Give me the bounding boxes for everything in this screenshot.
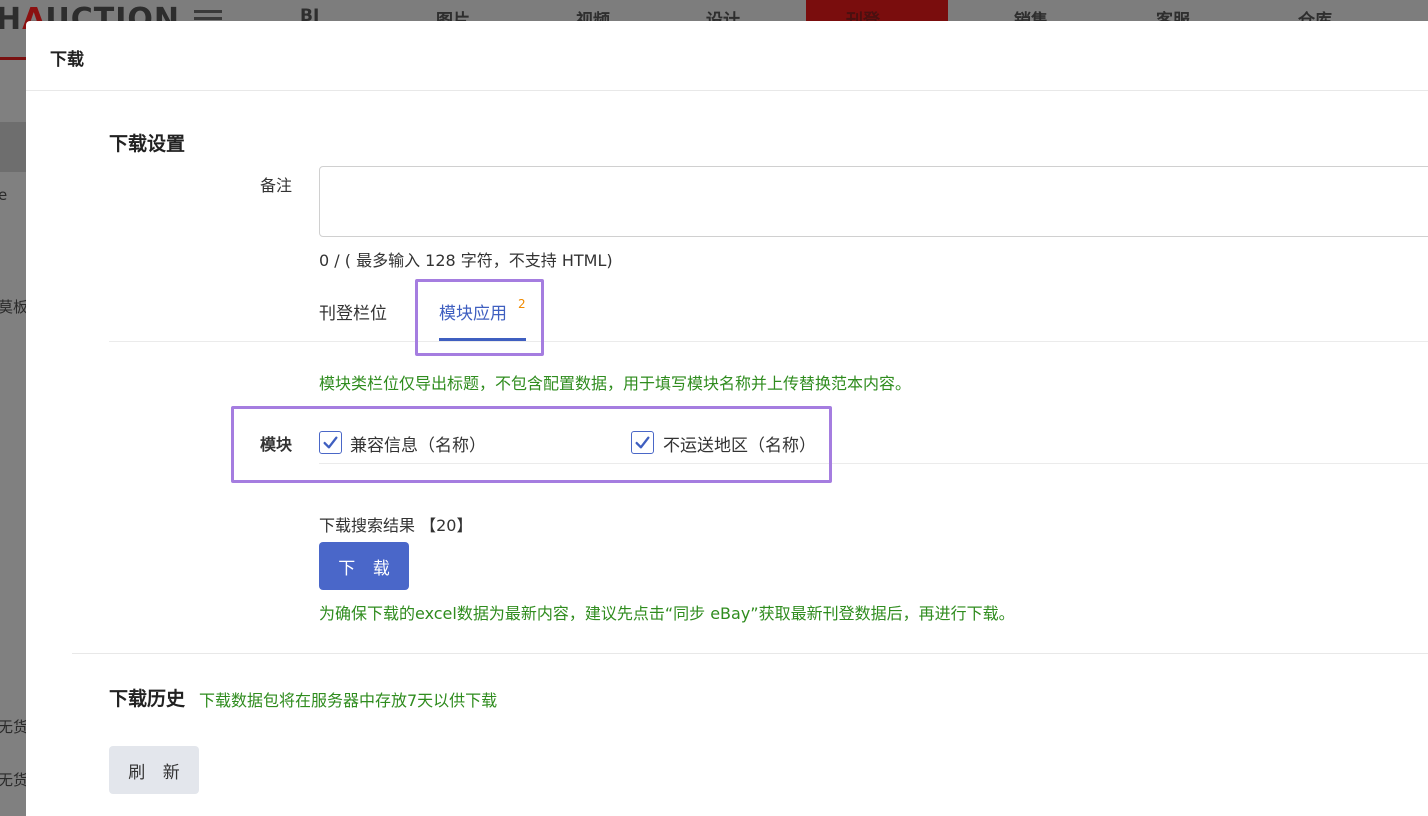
checkmark-icon <box>635 436 650 449</box>
section-divider <box>72 653 1428 654</box>
excluded-regions-label[interactable]: 不运送地区（名称） <box>663 431 816 456</box>
excluded-regions-checkbox[interactable] <box>631 431 654 454</box>
download-hint-text: 为确保下载的excel数据为最新内容，建议先点击“同步 eBay”获取最新刊登数… <box>319 604 1015 623</box>
remark-input[interactable] <box>319 166 1428 237</box>
background-side-text-3: 无货 <box>0 718 29 736</box>
refresh-button[interactable]: 刷 新 <box>109 746 199 794</box>
history-hint-text: 下载数据包将在服务器中存放7天以供下载 <box>199 691 498 710</box>
tab-module-apply[interactable]: 模块应用 <box>439 299 507 324</box>
background-side-text-2: 莫板 <box>0 298 29 316</box>
compat-info-checkbox[interactable] <box>319 431 342 454</box>
download-dialog: 下载 下载设置 备注 0 / ( 最多输入 128 字符，不支持 HTML) 刊… <box>26 21 1428 816</box>
background-side-text-1: e <box>0 186 8 204</box>
tab-count-badge: 2 <box>518 297 526 311</box>
remark-char-counter: 0 / ( 最多输入 128 字符，不支持 HTML) <box>319 251 613 270</box>
remark-label: 备注 <box>260 176 293 195</box>
background-side-text-4: 无货 <box>0 771 29 789</box>
module-label: 模块 <box>260 435 293 454</box>
download-settings-title: 下载设置 <box>109 133 186 155</box>
tab-listing-fields[interactable]: 刊登栏位 <box>319 299 387 324</box>
module-hint-text: 模块类栏位仅导出标题，不包含配置数据，用于填写模块名称并上传替换范本内容。 <box>319 374 912 393</box>
background-sidebar-block <box>0 122 28 172</box>
compat-info-label[interactable]: 兼容信息（名称） <box>350 431 486 456</box>
module-row-divider <box>319 463 1428 464</box>
dialog-title: 下载 <box>50 50 84 70</box>
tabs-divider <box>109 341 1428 342</box>
download-result-count: 下载搜索结果 【20】 <box>319 516 473 535</box>
download-button[interactable]: 下 载 <box>319 542 409 590</box>
checkmark-icon <box>323 436 338 449</box>
download-history-title: 下载历史 <box>109 688 186 710</box>
dialog-header: 下载 <box>26 21 1428 91</box>
